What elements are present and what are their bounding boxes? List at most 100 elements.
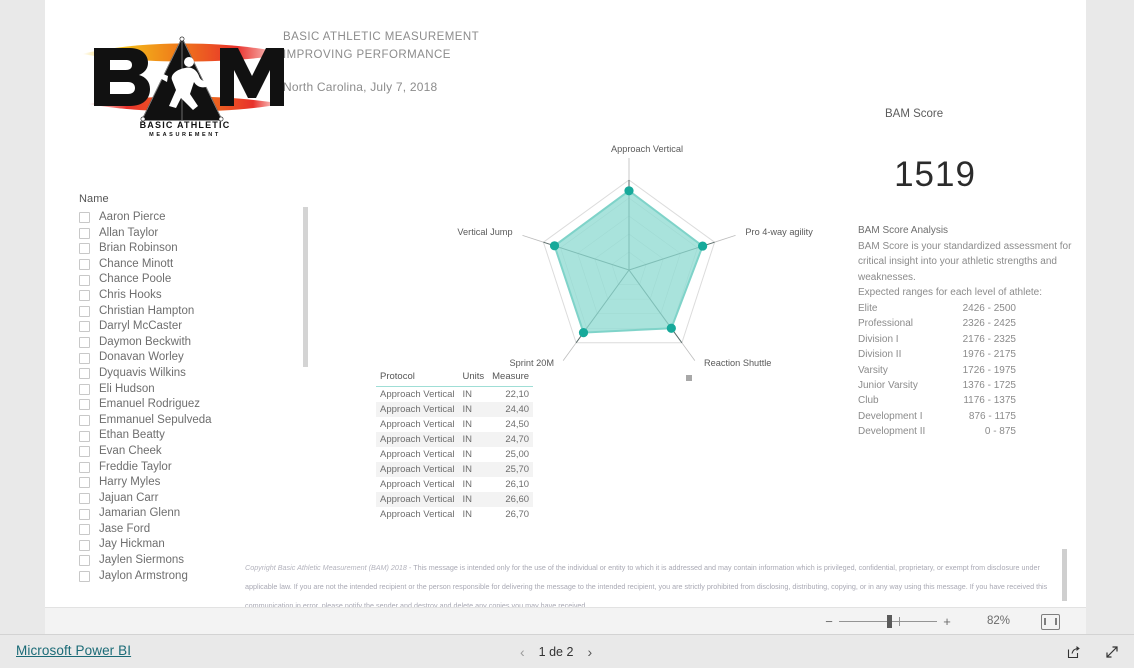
cell-protocol: Approach Vertical	[380, 494, 455, 505]
header-line-2: IMPROVING PERFORMANCE	[283, 49, 451, 61]
slicer-item[interactable]: Emmanuel Sepulveda	[75, 413, 280, 429]
slicer-checkbox[interactable]	[79, 274, 90, 286]
expected-ranges-list: Elite 2426 - 2500 Professional 2326 - 2425 D…	[858, 301, 1073, 440]
analysis-heading: BAM Score Analysis	[858, 225, 949, 236]
slicer-checkbox[interactable]	[79, 430, 90, 442]
zoom-status-bar: − + 82%	[45, 607, 1086, 636]
range-row: Division I 2176 - 2325	[858, 332, 1073, 347]
zoom-slider-thumb[interactable]	[887, 615, 892, 628]
slicer-checkbox[interactable]	[79, 321, 90, 333]
table-row[interactable]: Approach Vertical IN 24,50	[376, 417, 533, 432]
slicer-item[interactable]: Jase Ford	[75, 522, 280, 538]
slicer-item[interactable]: Aaron Pierce	[75, 210, 280, 226]
slicer-scrollbar[interactable]	[303, 207, 308, 367]
cell-units: IN	[462, 434, 472, 445]
table-row[interactable]: Approach Vertical IN 26,70	[376, 507, 533, 522]
slicer-checkbox[interactable]	[79, 446, 90, 458]
slicer-checkbox[interactable]	[79, 555, 90, 567]
page-navigation: ‹ 1 de 2 ›	[520, 635, 592, 668]
slicer-checkbox[interactable]	[79, 399, 90, 411]
radar-axis-label: Sprint 20M	[510, 358, 554, 368]
column-header-measure[interactable]: Measure	[488, 371, 534, 387]
slicer-item[interactable]: Harry Myles	[75, 475, 280, 491]
slicer-checkbox[interactable]	[79, 305, 90, 317]
next-page-icon[interactable]: ›	[587, 645, 592, 659]
slicer-item[interactable]: Eli Hudson	[75, 382, 280, 398]
slicer-checkbox[interactable]	[79, 492, 90, 504]
slicer-checkbox[interactable]	[79, 570, 90, 582]
slicer-item[interactable]: Darryl McCaster	[75, 319, 280, 335]
range-row: Division II 1976 - 2175	[858, 347, 1073, 362]
slicer-checkbox[interactable]	[79, 212, 90, 224]
slicer-item[interactable]: Chance Poole	[75, 272, 280, 288]
cell-measure: 26,60	[505, 494, 530, 505]
fullscreen-icon[interactable]	[1104, 644, 1120, 660]
slicer-checkbox[interactable]	[79, 227, 90, 239]
slicer-item[interactable]: Freddie Taylor	[75, 460, 280, 476]
performance-radar-chart[interactable]: Approach Vertical Pro 4-way agility Reacti…	[425, 125, 825, 385]
slicer-checkbox[interactable]	[79, 290, 90, 302]
bam-logo-graphic: BASIC ATHLETIC MEASUREMENT	[82, 36, 288, 138]
table-row[interactable]: Approach Vertical IN 24,70	[376, 432, 534, 447]
slicer-checkbox[interactable]	[79, 352, 90, 364]
table-header-row: Protocol Units Measure	[376, 371, 534, 387]
protocol-table[interactable]: Protocol Units Measure Approach Vertical…	[376, 371, 534, 522]
radar-data-area	[553, 189, 704, 334]
slicer-item[interactable]: Emanuel Rodriguez	[75, 397, 280, 413]
radar-axis-label: Vertical Jump	[457, 227, 512, 237]
previous-page-icon[interactable]: ‹	[520, 645, 525, 659]
slicer-checkbox[interactable]	[79, 337, 90, 349]
zoom-slider-track[interactable]	[839, 615, 937, 628]
power-bi-brand-link[interactable]: Microsoft Power BI	[16, 643, 131, 658]
radar-data-point	[698, 241, 708, 251]
slicer-item[interactable]: Donavan Worley	[75, 350, 280, 366]
share-icon[interactable]	[1066, 644, 1082, 660]
slicer-checkbox[interactable]	[79, 383, 90, 395]
slicer-item[interactable]: Daymon Beckwith	[75, 335, 280, 351]
header-location-date: North Carolina, July 7, 2018	[283, 80, 438, 94]
slicer-item[interactable]: Allan Taylor	[75, 226, 280, 242]
slicer-checkbox[interactable]	[79, 259, 90, 271]
slicer-item[interactable]: Dyquavis Wilkins	[75, 366, 280, 382]
slicer-checkbox[interactable]	[79, 539, 90, 551]
slicer-checkbox[interactable]	[79, 243, 90, 255]
legal-scrollbar[interactable]	[1062, 549, 1067, 601]
slicer-item[interactable]: Jamarian Glenn	[75, 506, 280, 522]
table-row[interactable]: Approach Vertical IN 24,40	[376, 402, 534, 417]
slicer-item-label: Jajuan Carr	[99, 491, 159, 504]
table-row[interactable]: Approach Vertical IN 26,60	[376, 492, 534, 507]
slicer-item[interactable]: Christian Hampton	[75, 304, 280, 320]
analysis-text: BAM Score is your standardized assessmen…	[858, 240, 1072, 283]
zoom-in-button[interactable]: +	[940, 615, 954, 628]
zoom-out-button[interactable]: −	[822, 615, 836, 628]
slicer-item[interactable]: Jay Hickman	[75, 537, 280, 553]
table-row[interactable]: Approach Vertical IN 25,70	[376, 462, 534, 477]
slicer-item[interactable]: Chance Minott	[75, 257, 280, 273]
table-row[interactable]: Approach Vertical IN 26,10	[376, 477, 533, 492]
range-values: 2326 - 2425	[962, 318, 1016, 330]
table-body: Approach Vertical IN 22,10 Approach Vertica…	[376, 387, 534, 523]
slicer-item[interactable]: Ethan Beatty	[75, 428, 280, 444]
column-header-protocol[interactable]: Protocol	[376, 371, 459, 387]
column-header-units[interactable]: Units	[458, 371, 489, 387]
cell-measure: 25,00	[505, 449, 530, 460]
slicer-item[interactable]: Evan Cheek	[75, 444, 280, 460]
slicer-checkbox[interactable]	[79, 415, 90, 427]
cell-protocol: Approach Vertical	[380, 464, 455, 475]
slicer-item[interactable]: Jajuan Carr	[75, 491, 280, 507]
page-indicator: 1 de 2	[538, 644, 574, 659]
name-slicer: Name Aaron Pierce Allan Taylor Brian Robin…	[75, 193, 308, 593]
slicer-checkbox[interactable]	[79, 508, 90, 520]
slicer-item-label: Aaron Pierce	[99, 211, 166, 223]
range-row: Professional 2326 - 2425	[858, 316, 1073, 331]
slicer-checkbox[interactable]	[79, 461, 90, 473]
slicer-checkbox[interactable]	[79, 477, 90, 489]
table-row[interactable]: Approach Vertical IN 22,10	[376, 387, 533, 403]
slicer-item-label: Chris Hooks	[99, 288, 162, 301]
slicer-item[interactable]: Brian Robinson	[75, 241, 280, 257]
slicer-checkbox[interactable]	[79, 368, 90, 380]
slicer-checkbox[interactable]	[79, 524, 90, 536]
fit-to-page-icon[interactable]	[1041, 614, 1060, 630]
table-row[interactable]: Approach Vertical IN 25,00	[376, 447, 533, 462]
slicer-item[interactable]: Chris Hooks	[75, 288, 280, 304]
